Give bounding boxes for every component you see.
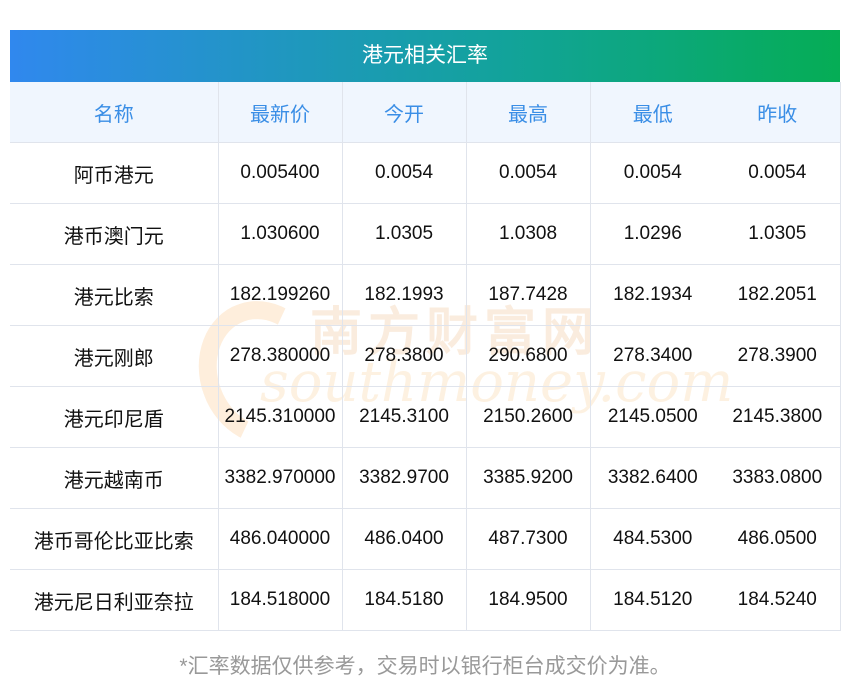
rate-cell: 486.040000 [217, 508, 342, 570]
rate-cell: 182.2051 [715, 264, 841, 326]
column-header: 最新价 [217, 82, 342, 143]
rate-cell: 0.0054 [715, 142, 841, 204]
rate-cell: 182.1993 [341, 264, 466, 326]
table-row: 港元印尼盾 2145.310000 2145.3100 2150.2600 2145.0… [10, 386, 841, 448]
currency-name-cell: 港元尼日利亚奈拉 [10, 569, 218, 631]
rate-cell: 1.0308 [465, 203, 590, 265]
rate-cell: 487.7300 [465, 508, 590, 570]
rate-cell: 184.518000 [217, 569, 342, 631]
rate-cell: 184.5120 [589, 569, 715, 631]
rate-cell: 3383.0800 [715, 447, 841, 509]
rate-cell: 290.6800 [465, 325, 590, 387]
table-row: 港元越南币 3382.970000 3382.9700 3385.9200 3382.6… [10, 447, 841, 509]
rate-cell: 184.9500 [465, 569, 590, 631]
rate-cell: 182.1934 [589, 264, 715, 326]
header-row: 名称 最新价 今开 最高 最低 昨收 [10, 82, 841, 143]
rate-cell: 184.5180 [341, 569, 466, 631]
rate-cell: 484.5300 [589, 508, 715, 570]
column-header: 昨收 [715, 82, 841, 143]
rate-cell: 3382.6400 [589, 447, 715, 509]
rate-cell: 0.0054 [341, 142, 466, 204]
column-header: 最高 [465, 82, 590, 143]
rate-cell: 486.0400 [341, 508, 466, 570]
column-header: 最低 [589, 82, 715, 143]
currency-name-cell: 港币澳门元 [10, 203, 218, 265]
currency-name-cell: 港币哥伦比亚比索 [10, 508, 218, 570]
currency-name-cell: 港元比索 [10, 264, 218, 326]
rate-cell: 3385.9200 [465, 447, 590, 509]
table-row: 港元尼日利亚奈拉 184.518000 184.5180 184.9500 184.51… [10, 569, 841, 631]
rate-cell: 1.0296 [589, 203, 715, 265]
table-row: 港币哥伦比亚比索 486.040000 486.0400 487.7300 484.53… [10, 508, 841, 570]
rate-cell: 278.3400 [589, 325, 715, 387]
table-row: 阿币港元 0.005400 0.0054 0.0054 0.0054 0.0054 [10, 142, 841, 204]
currency-name-cell: 港元刚郎 [10, 325, 218, 387]
rate-cell: 2145.3100 [341, 386, 466, 448]
rate-cell: 278.3900 [715, 325, 841, 387]
rate-cell: 0.0054 [589, 142, 715, 204]
column-header: 名称 [10, 82, 218, 143]
rate-cell: 3382.9700 [341, 447, 466, 509]
rate-cell: 2150.2600 [465, 386, 590, 448]
table-title: 港元相关汇率 [10, 30, 840, 82]
rate-cell: 0.005400 [217, 142, 342, 204]
rate-cell: 0.0054 [465, 142, 590, 204]
rate-cell: 2145.3800 [715, 386, 841, 448]
rate-cell: 182.199260 [217, 264, 342, 326]
currency-name-cell: 港元印尼盾 [10, 386, 218, 448]
disclaimer-note: *汇率数据仅供参考，交易时以银行柜台成交价为准。 [179, 655, 671, 678]
rate-cell: 1.0305 [715, 203, 841, 265]
column-header: 今开 [341, 82, 466, 143]
rate-cell: 278.380000 [217, 325, 342, 387]
currency-name-cell: 港元越南币 [10, 447, 218, 509]
rate-cell: 278.3800 [341, 325, 466, 387]
rate-cell: 1.030600 [217, 203, 342, 265]
currency-name-cell: 阿币港元 [10, 142, 218, 204]
rate-cell: 2145.0500 [589, 386, 715, 448]
rate-cell: 3382.970000 [217, 447, 342, 509]
table-row: 港币澳门元 1.030600 1.0305 1.0308 1.0296 1.0305 [10, 203, 841, 265]
rate-cell: 184.5240 [715, 569, 841, 631]
exchange-rate-table: 名称 最新价 今开 最高 最低 昨收 阿币港元 0.005400 0.0054 0.0054 0.… [10, 82, 841, 631]
table-row: 港元刚郎 278.380000 278.3800 290.6800 278.3400 27… [10, 325, 841, 387]
rate-cell: 187.7428 [465, 264, 590, 326]
rate-cell: 1.0305 [341, 203, 466, 265]
rate-cell: 486.0500 [715, 508, 841, 570]
rate-cell: 2145.310000 [217, 386, 342, 448]
table-row: 港元比索 182.199260 182.1993 187.7428 182.1934 18… [10, 264, 841, 326]
